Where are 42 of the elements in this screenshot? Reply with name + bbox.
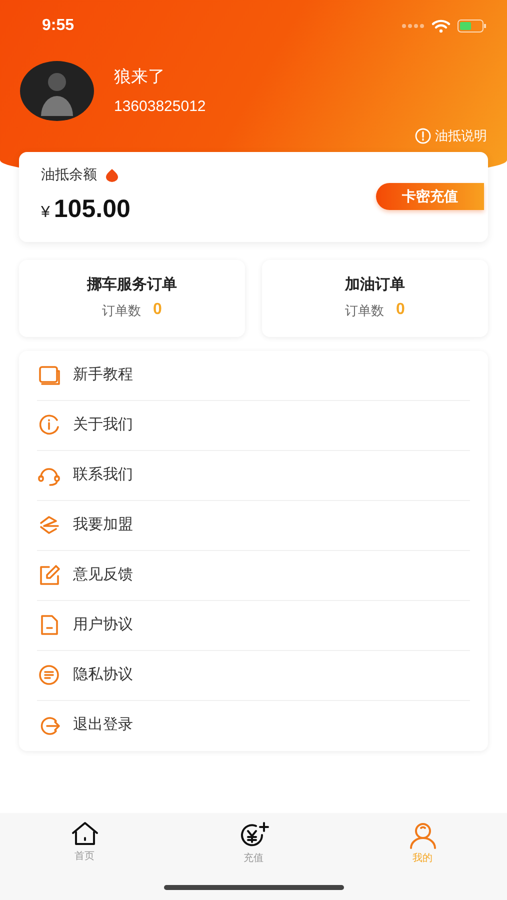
order-card[interactable]: 挪车服务订单 订单数 0 [19, 260, 245, 336]
info-icon [37, 413, 61, 437]
order-count-label: 订单数 [345, 302, 384, 320]
menu-label: 新手教程 [73, 364, 133, 385]
phone-number: 13603825012 [114, 96, 206, 116]
menu-item[interactable]: 我要加盟 [37, 500, 470, 550]
user-name: 狼来了 [114, 66, 166, 88]
menu-label: 退出登录 [73, 715, 133, 736]
status-time: 9:55 [42, 16, 74, 36]
book-icon [37, 363, 61, 387]
order-count: 0 [396, 300, 405, 320]
battery-icon [457, 19, 487, 33]
message-icon [37, 663, 61, 687]
balance-label: 油抵余额 [41, 165, 97, 184]
order-count: 0 [153, 300, 162, 320]
menu-label: 联系我们 [73, 464, 133, 485]
menu-label: 隐私协议 [73, 664, 133, 685]
home-icon [70, 821, 98, 847]
menu-label: 用户协议 [73, 614, 133, 635]
signal-icon [401, 23, 425, 29]
drop-icon [105, 168, 119, 182]
menu-item[interactable]: 关于我们 [37, 400, 470, 450]
handshake-icon [37, 513, 61, 537]
menu-item[interactable]: 隐私协议 [37, 650, 470, 700]
alert-icon [415, 128, 431, 144]
user-icon [408, 821, 438, 849]
order-title: 加油订单 [345, 274, 405, 295]
menu-item[interactable]: 用户协议 [37, 600, 470, 650]
menu-item[interactable]: 退出登录 [37, 700, 470, 750]
menu-item[interactable]: 意见反馈 [37, 550, 470, 600]
menu-label: 我要加盟 [73, 514, 133, 535]
order-count-label: 订单数 [102, 302, 142, 320]
currency-symbol: ¥ [41, 203, 50, 224]
order-title: 挪车服务订单 [87, 274, 177, 295]
menu-item[interactable]: 联系我们 [37, 450, 470, 500]
menu-label: 关于我们 [73, 414, 133, 435]
order-card[interactable]: 加油订单 订单数 0 [262, 260, 488, 336]
menu-item[interactable]: 新手教程 [37, 350, 470, 400]
menu-label: 意见反馈 [73, 564, 133, 585]
balance-amount: 105.00 [54, 194, 130, 226]
edit-icon [37, 563, 61, 587]
wifi-icon [431, 19, 451, 33]
